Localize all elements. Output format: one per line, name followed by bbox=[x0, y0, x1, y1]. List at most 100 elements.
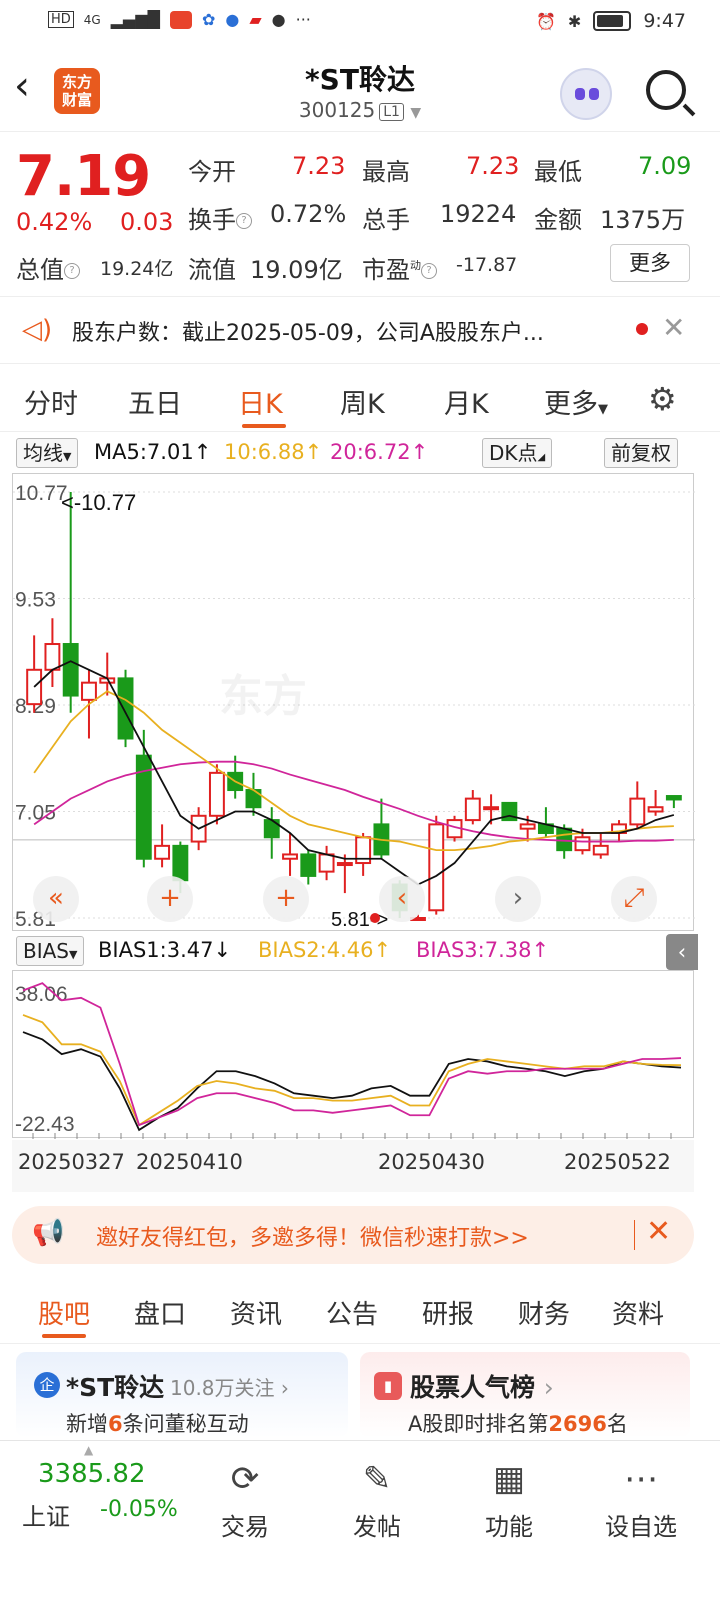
bias1-line bbox=[22, 1031, 682, 1132]
bias3-line bbox=[22, 982, 682, 1127]
active-tab-indicator bbox=[242, 424, 286, 428]
prev-icon[interactable]: ‹ bbox=[379, 876, 425, 922]
next-icon[interactable]: › bbox=[495, 876, 541, 922]
zoom-in-icon[interactable]: + bbox=[147, 876, 193, 922]
paw-icon: ✿ bbox=[201, 10, 216, 29]
browser-icon: ● bbox=[225, 10, 240, 29]
change-percent: 0.42% bbox=[16, 208, 93, 236]
low-value: 7.09 bbox=[638, 152, 692, 180]
notice-bar[interactable]: ◁) 股东户数：截止2025-05-09，公司A股股东户... ✕ bbox=[0, 296, 720, 364]
close-icon[interactable]: ✕ bbox=[662, 311, 685, 344]
x-tick: 20250522 bbox=[564, 1150, 671, 1174]
low-annotation: 5.81-> bbox=[331, 909, 388, 931]
candlestick-chart[interactable]: 10.77 9.53 8.29 7.05 5.81 <-10.77 5.81-> 东方 « … bbox=[12, 473, 695, 931]
candle-body bbox=[629, 797, 646, 826]
help-icon[interactable]: ? bbox=[236, 213, 252, 229]
stock-code[interactable]: 300125 L1 ▼ bbox=[0, 98, 720, 122]
collapse-panel-icon[interactable]: ‹ bbox=[666, 934, 698, 970]
ma-selector[interactable]: 均线▼ bbox=[16, 438, 79, 468]
tab-pankou[interactable]: 盘口 bbox=[134, 1294, 186, 1331]
candle-body bbox=[592, 844, 609, 856]
kline-tabs: 分时 五日 日K 周K 月K 更多▼ ⚙ bbox=[0, 366, 720, 432]
candle-body bbox=[556, 827, 573, 852]
post-button[interactable]: ✎ 发帖 bbox=[332, 1459, 422, 1542]
chat-icon: ● bbox=[271, 10, 286, 29]
gear-icon[interactable]: ⚙ bbox=[648, 380, 677, 418]
tab-research[interactable]: 研报 bbox=[422, 1294, 474, 1331]
stock-forum-card[interactable]: 企 *ST聆达 10.8万关注 › 新增6条问董秘互动 bbox=[16, 1352, 348, 1438]
grid-icon: ▦ bbox=[492, 1459, 526, 1499]
volume-value: 19224 bbox=[440, 200, 517, 228]
yen-cycle-icon: ⟳ bbox=[230, 1459, 260, 1499]
tab-finance[interactable]: 财务 bbox=[518, 1294, 570, 1331]
candle-body bbox=[483, 806, 500, 811]
bias1-value: BIAS1:3.47↓ bbox=[98, 938, 232, 962]
more-quote-button[interactable]: 更多 bbox=[610, 244, 690, 282]
clock: 9:47 bbox=[643, 10, 686, 32]
chevron-down-icon: ▼ bbox=[598, 402, 608, 417]
tab-more[interactable]: 更多▼ bbox=[544, 382, 608, 421]
chevron-down-icon: ▼ bbox=[410, 105, 422, 121]
candle-body bbox=[318, 853, 335, 873]
float-cap-value: 19.09亿 bbox=[250, 256, 343, 284]
candle-body bbox=[574, 836, 591, 852]
candle-body bbox=[647, 806, 664, 813]
hd-icon: HD bbox=[48, 11, 74, 28]
tab-profile[interactable]: 资料 bbox=[612, 1294, 664, 1331]
chevron-up-icon: ▲ bbox=[84, 1443, 94, 1457]
low-label: 最低 bbox=[534, 158, 582, 186]
tab-news[interactable]: 资讯 bbox=[230, 1294, 282, 1331]
more-dots-icon: ⋯ bbox=[624, 1459, 658, 1499]
dk-point-button[interactable]: DK点◢ bbox=[482, 438, 553, 468]
turnover-value: 0.72% bbox=[270, 200, 347, 228]
help-icon[interactable]: ? bbox=[421, 263, 437, 279]
more-notifications-icon: ··· bbox=[295, 10, 311, 29]
candle-body bbox=[428, 823, 445, 912]
amount-label: 金额 bbox=[534, 206, 582, 234]
divider bbox=[634, 1220, 635, 1250]
tab-announcements[interactable]: 公告 bbox=[326, 1294, 378, 1331]
signal-icon: ▂▄▆█ bbox=[110, 10, 160, 29]
search-icon[interactable] bbox=[646, 70, 686, 110]
candle-body bbox=[44, 643, 61, 671]
x-tick: 20250430 bbox=[378, 1150, 485, 1174]
active-tab-indicator bbox=[42, 1334, 86, 1338]
tab-intraday[interactable]: 分时 bbox=[24, 382, 78, 421]
fullscreen-icon[interactable]: ⤢ bbox=[611, 876, 657, 922]
notice-text[interactable]: 股东户数：截止2025-05-09，公司A股股东户... bbox=[72, 315, 544, 347]
ma10-value: 10:6.88↑ bbox=[224, 440, 323, 464]
index-value[interactable]: 3385.82 bbox=[38, 1459, 146, 1489]
forum-subtitle: 新增6条问董秘互动 bbox=[66, 1412, 249, 1436]
add-icon[interactable]: + bbox=[263, 876, 309, 922]
forum-icon: 企 bbox=[34, 1372, 60, 1398]
forum-title: *ST聆达 bbox=[66, 1373, 165, 1402]
popularity-card[interactable]: ▮ 股票人气榜 › A股即时排名第2696名 bbox=[360, 1352, 690, 1438]
ranking-chart-icon: ▮ bbox=[374, 1372, 402, 1400]
functions-button[interactable]: ▦ 功能 bbox=[464, 1459, 554, 1542]
tab-daily-k[interactable]: 日K bbox=[238, 382, 283, 421]
tab-five-day[interactable]: 五日 bbox=[128, 382, 182, 421]
bias-selector[interactable]: BIAS▼ bbox=[16, 936, 85, 966]
bluetooth-icon: ✱ bbox=[567, 11, 582, 31]
candle-body bbox=[519, 823, 536, 830]
y-tick-label: 10.77 bbox=[15, 482, 68, 505]
candle-body bbox=[300, 853, 317, 877]
bias-chart[interactable]: 38.06 -22.43 bbox=[12, 970, 694, 1139]
adjust-button[interactable]: 前复权 bbox=[604, 438, 678, 468]
help-icon[interactable]: ? bbox=[64, 263, 80, 279]
promo-text[interactable]: 邀好友得红包，多邀多得！微信秒速打款>> bbox=[96, 1220, 529, 1252]
edit-icon: ✎ bbox=[362, 1459, 392, 1499]
tab-weekly-k[interactable]: 周K bbox=[340, 382, 385, 421]
x-tick: 20250327 bbox=[18, 1150, 125, 1174]
bias-svg: 38.06 -22.43 bbox=[15, 982, 682, 1139]
tab-guba[interactable]: 股吧 bbox=[38, 1294, 90, 1331]
close-icon[interactable]: ✕ bbox=[646, 1214, 671, 1249]
promo-banner[interactable]: 📢 邀好友得红包，多邀多得！微信秒速打款>> ✕ bbox=[12, 1206, 694, 1264]
assistant-robot-icon[interactable] bbox=[560, 68, 612, 120]
add-watchlist-button[interactable]: ⋯ 设自选 bbox=[596, 1459, 686, 1542]
scroll-left-icon[interactable]: « bbox=[33, 876, 79, 922]
tab-monthly-k[interactable]: 月K bbox=[444, 382, 489, 421]
trade-button[interactable]: ⟳ 交易 bbox=[200, 1459, 290, 1542]
x-tick: 20250410 bbox=[136, 1150, 243, 1174]
candle-body bbox=[172, 844, 189, 882]
